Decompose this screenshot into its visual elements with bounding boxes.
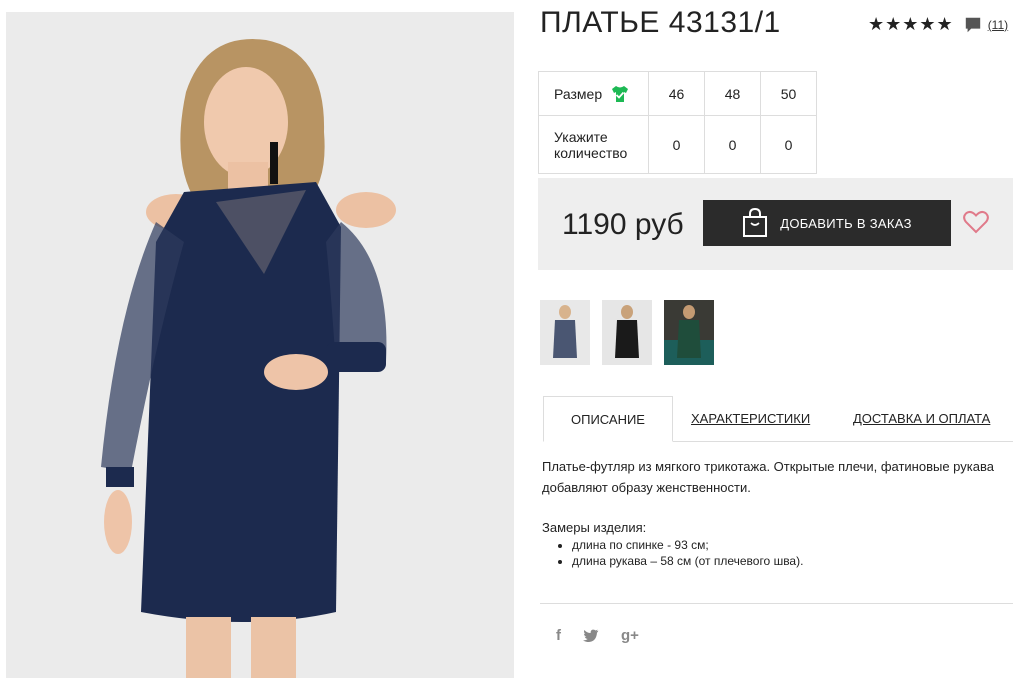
thumbnail-1[interactable] [540,300,590,365]
measures-list: длина по спинке - 93 см; длина рукава – … [542,537,803,569]
tab-specs[interactable]: ХАРАКТЕРИСТИКИ [691,396,810,440]
measures-block: Замеры изделия: длина по спинке - 93 см;… [542,520,803,569]
qty-input-50[interactable]: 0 [760,115,817,174]
qty-input-46[interactable]: 0 [648,115,705,174]
price: 1190 руб [562,208,684,241]
qty-input-48[interactable]: 0 [704,115,761,174]
size-48: 48 [704,71,761,116]
qty-label-line2: количество [554,144,628,161]
googleplus-icon[interactable]: g+ [621,627,639,644]
main-product-image[interactable] [6,12,514,678]
measure-item: длина по спинке - 93 см; [572,537,803,553]
heart-icon[interactable] [963,210,989,234]
facebook-icon[interactable]: f [556,627,561,644]
size-table: Размер 46 48 50 Укажите количество 0 0 0 [538,71,817,174]
twitter-icon[interactable] [583,629,599,643]
product-tabs: ОПИСАНИЕ ХАРАКТЕРИСТИКИ ДОСТАВКА И ОПЛАТ… [543,396,1013,442]
qty-label-line1: Укажите [554,128,608,145]
tab-description[interactable]: ОПИСАНИЕ [543,396,673,442]
size-label-cell: Размер [538,71,649,116]
rating: ★★★★★ (11) [868,14,1008,35]
thumbnail-2[interactable] [602,300,652,365]
product-title: ПЛАТЬЕ 43131/1 [540,6,781,39]
rating-stars[interactable]: ★★★★★ [868,14,954,35]
size-chart-icon[interactable] [610,84,630,104]
measures-title: Замеры изделия: [542,520,647,535]
qty-label-cell: Укажите количество [538,115,649,174]
thumbnail-3[interactable] [664,300,714,365]
shopping-bag-icon [743,208,768,237]
review-count-link[interactable]: (11) [988,18,1008,32]
description-text: Платье-футляр из мягкого трикотажа. Откр… [542,459,994,495]
size-label: Размер [554,85,603,102]
tab-delivery[interactable]: ДОСТАВКА И ОПЛАТА [853,396,990,440]
size-50: 50 [760,71,817,116]
measure-item: длина рукава – 58 см (от плечевого шва). [572,553,803,569]
add-to-order-label: ДОБАВИТЬ В ЗАКАЗ [780,215,912,231]
size-46: 46 [648,71,705,116]
thumbnail-gallery [540,300,714,365]
add-to-order-button[interactable]: ДОБАВИТЬ В ЗАКАЗ [703,200,951,246]
comment-icon[interactable] [964,16,982,34]
divider [540,603,1013,604]
social-share: f g+ [556,627,639,644]
price-box: 1190 руб ДОБАВИТЬ В ЗАКАЗ [538,178,1013,270]
